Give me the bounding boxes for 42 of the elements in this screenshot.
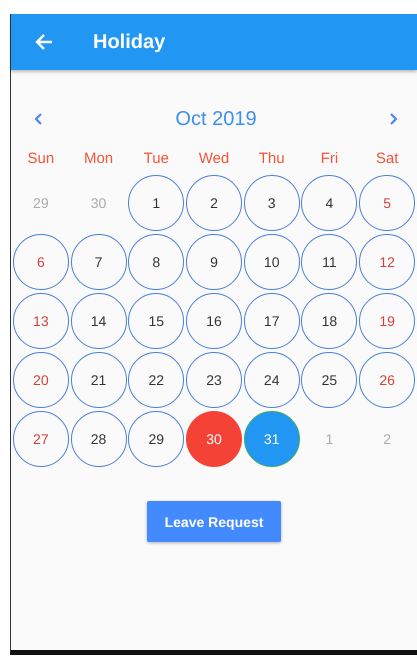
chevron-left-icon xyxy=(33,112,43,126)
calendar-day[interactable]: 28 xyxy=(70,410,127,466)
calendar-day[interactable]: 3 xyxy=(244,174,300,230)
calendar-day[interactable]: 19 xyxy=(359,292,416,348)
calendar-day[interactable]: 24 xyxy=(244,352,300,408)
calendar-day[interactable]: 17 xyxy=(244,292,300,348)
calendar-day[interactable]: 21 xyxy=(70,352,127,408)
calendar-day[interactable]: 26 xyxy=(359,352,416,408)
month-title: Oct 2019 xyxy=(175,108,257,130)
weekday-label: Wed xyxy=(198,150,230,167)
calendar-day[interactable]: 8 xyxy=(128,234,184,290)
calendar-day[interactable]: 14 xyxy=(70,292,127,348)
calendar-day[interactable]: 15 xyxy=(128,292,184,348)
calendar-day[interactable]: 2 xyxy=(186,174,242,230)
calendar-day[interactable]: 18 xyxy=(301,292,358,348)
calendar-day[interactable]: 20 xyxy=(12,352,69,408)
calendar-day[interactable]: 23 xyxy=(186,352,242,408)
calendar-day[interactable]: 29 xyxy=(128,410,184,466)
calendar-day[interactable]: 27 xyxy=(12,410,69,466)
calendar-day[interactable]: 25 xyxy=(301,352,358,408)
back-arrow-icon xyxy=(34,32,54,52)
calendar-day[interactable]: 10 xyxy=(244,234,300,290)
weekday-label: Sun xyxy=(28,150,54,167)
weekday-label: Tue xyxy=(144,150,169,167)
screen-title: Holiday xyxy=(93,30,166,54)
calendar-day[interactable]: 6 xyxy=(12,234,69,290)
calendar-day[interactable]: 13 xyxy=(12,292,69,348)
calendar-day[interactable]: 11 xyxy=(301,234,358,290)
calendar-day[interactable]: 5 xyxy=(359,174,416,230)
weekday-label: Thu xyxy=(258,150,285,167)
calendar-day[interactable]: 30 xyxy=(186,410,242,466)
weekday-label: Fri xyxy=(320,150,338,167)
calendar-day[interactable]: 4 xyxy=(301,174,358,230)
calendar-day[interactable]: 9 xyxy=(186,234,242,290)
calendar-day[interactable]: 12 xyxy=(359,234,416,290)
chevron-right-icon xyxy=(388,112,399,126)
calendar-day[interactable]: 7 xyxy=(70,234,127,290)
weekday-label: Mon xyxy=(84,150,114,167)
weekday-label: Sat xyxy=(376,150,398,167)
calendar-day[interactable]: 22 xyxy=(128,352,184,408)
calendar-day[interactable]: 1 xyxy=(128,174,184,230)
calendar-day[interactable]: 16 xyxy=(186,292,242,348)
